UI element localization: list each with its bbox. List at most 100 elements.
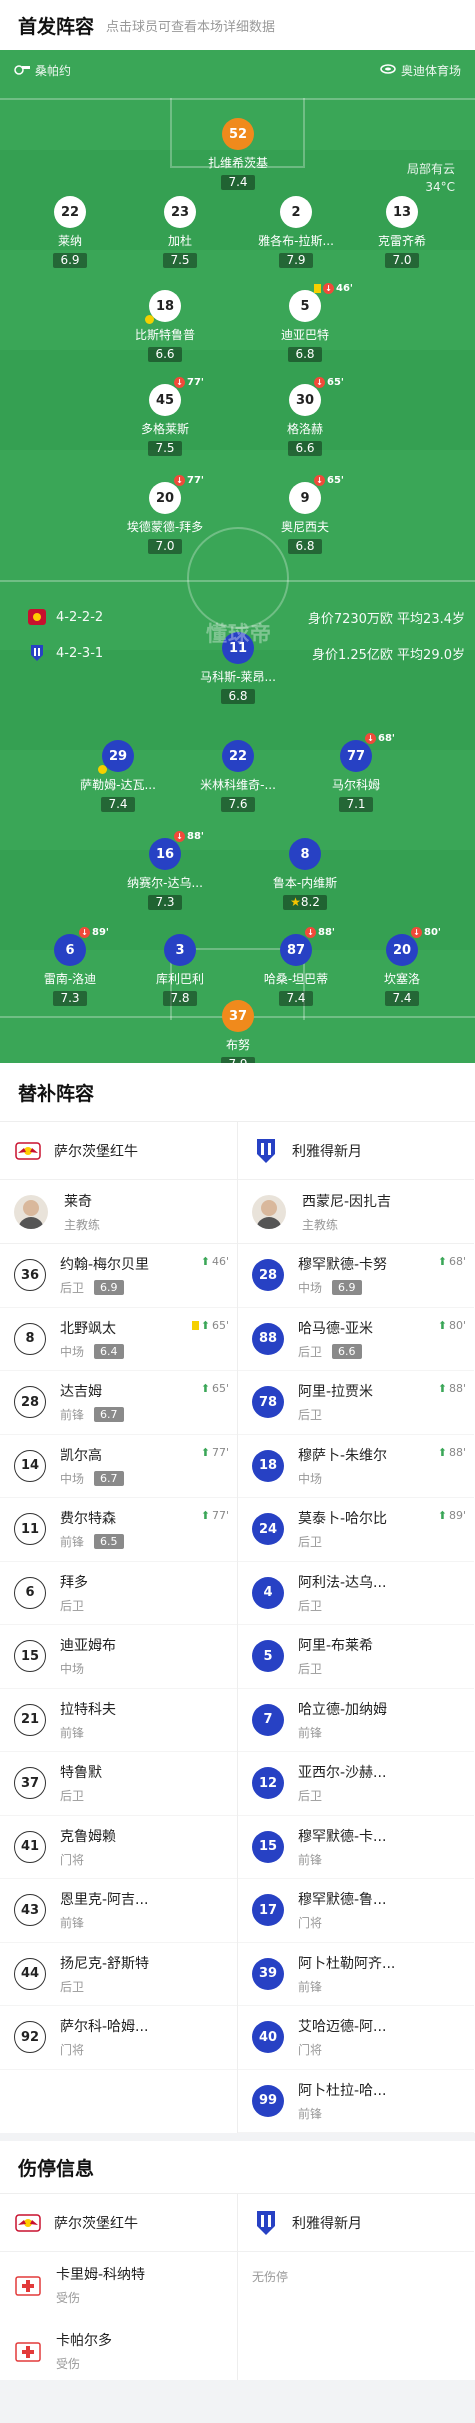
away-player[interactable]: 37 布努 7.9 [188, 1000, 288, 1063]
sub-info: 阿卜杜勒阿齐... 前锋 [298, 1953, 395, 1995]
sub-player-row[interactable]: 37 特鲁默 后卫 [0, 1752, 237, 1816]
sub-info: 穆罕默德-卡... 前锋 [298, 1826, 386, 1868]
player-number-disc[interactable]: 8 [289, 838, 321, 870]
home-team-logo-icon [28, 608, 46, 626]
home-player[interactable]: 13 克雷齐希 7.0 [352, 196, 452, 268]
player-rating: 7.0 [385, 253, 419, 268]
sub-player-row[interactable]: 43 恩里克-阿吉... 前锋 [0, 1879, 237, 1943]
sub-out-icon: ↓ [314, 377, 325, 388]
player-number-disc[interactable]: 16 ↓ 88' [149, 831, 204, 870]
sub-player-row[interactable]: 40 艾哈迈德-阿... 门将 [238, 2006, 474, 2070]
home-player[interactable]: 20 ↓ 77' 埃德蒙德-拜多 7.0 [115, 475, 215, 554]
player-number-disc[interactable]: 2 [280, 196, 312, 228]
sub-player-row[interactable]: 12 亚西尔-沙赫... 后卫 [238, 1752, 474, 1816]
sub-minute: 77' [187, 475, 204, 486]
sub-player-row[interactable]: 15 迪亚姆布 中场 [0, 1625, 237, 1689]
player-number-disc[interactable]: 18 [145, 290, 181, 324]
home-player[interactable]: 9 ↓ 65' 奥尼西夫 6.8 [255, 475, 355, 554]
home-player[interactable]: 22 莱纳 6.9 [20, 196, 120, 268]
player-number-disc[interactable]: 29 [98, 740, 134, 774]
whistle-icon [14, 63, 30, 78]
home-player[interactable]: 2 雅各布-拉斯... 7.9 [246, 196, 346, 268]
player-number-disc[interactable]: 23 [164, 196, 196, 228]
sub-position-text: 门将 [60, 1852, 85, 1867]
sub-player-row[interactable]: 17 穆罕默德-鲁... 门将 [238, 1879, 474, 1943]
player-number-disc[interactable]: 3 [164, 934, 196, 966]
away-player[interactable]: 3 库利巴利 7.8 [130, 934, 230, 1006]
away-player[interactable]: 87 ↓ 88' 哈桑-坦巴蒂 7.4 [246, 927, 346, 1006]
sub-player-row[interactable]: 92 萨尔科-哈姆... 门将 [0, 2006, 237, 2070]
sub-player-row[interactable]: 14 凯尔高 中场 6.7 ⬆ 77' [0, 1435, 237, 1498]
sub-player-row[interactable]: 99 阿卜杜拉-哈... 前锋 [238, 2070, 474, 2133]
sub-player-row[interactable]: 88 哈马德-亚米 后卫 6.6 ⬆ 80' [238, 1308, 474, 1371]
sub-player-row[interactable]: 44 扬尼克-舒斯特 后卫 [0, 1943, 237, 2006]
away-player[interactable]: 77 ↓ 68' 马尔科姆 7.1 [306, 733, 406, 812]
sub-player-row[interactable]: 36 约翰-梅尔贝里 后卫 6.9 ⬆ 46' [0, 1244, 237, 1308]
player-number: 16 [155, 846, 175, 862]
player-name: 莱纳 [57, 234, 82, 248]
player-number-disc[interactable]: 13 [386, 196, 418, 228]
sub-name: 穆萨卜-朱维尔 [298, 1447, 388, 1464]
player-number-disc[interactable]: 5 ↓ 46' [289, 283, 353, 322]
injury-row[interactable]: 卡里姆-科纳特 受伤 [0, 2252, 237, 2318]
home-player[interactable]: 30 ↓ 65' 格洛赫 6.6 [255, 377, 355, 456]
injury-row[interactable]: 卡帕尔多 受伤 [0, 2318, 237, 2384]
player-number-disc[interactable]: 30 ↓ 65' [289, 377, 344, 416]
player-number-disc[interactable]: 22 [54, 196, 86, 228]
away-player[interactable]: 29 萨勒姆-达瓦... 7.4 [68, 740, 168, 812]
sub-player-row[interactable]: 15 穆罕默德-卡... 前锋 [238, 1816, 474, 1879]
player-number-disc[interactable]: 52 [222, 118, 254, 150]
player-number-disc[interactable]: 20 ↓ 80' [386, 927, 441, 966]
home-subs-team[interactable]: 萨尔茨堡红牛 [0, 1122, 237, 1180]
coach-role: 主教练 [64, 1217, 101, 1232]
sub-number: 41 [14, 1830, 46, 1863]
player-rating: 6.6 [148, 347, 182, 362]
sub-player-row[interactable]: 7 哈立德-加纳姆 前锋 [238, 1689, 474, 1752]
sub-player-row[interactable]: 21 拉特科夫 前锋 [0, 1689, 237, 1752]
away-player[interactable]: 22 米林科维奇-... 7.6 [188, 740, 288, 812]
away-injury-team[interactable]: 利雅得新月 [238, 2194, 474, 2252]
sub-player-row[interactable]: 4 阿利法-达乌... 后卫 [238, 1562, 474, 1625]
sub-player-row[interactable]: 11 费尔特森 前锋 6.5 ⬆ 77' [0, 1498, 237, 1562]
sub-in-minute: 80' [448, 1318, 466, 1332]
home-player[interactable]: 52 扎维希茨基 7.4 [188, 118, 288, 190]
sub-player-row[interactable]: 8 北野飒太 中场 6.4 ⬆ 65' [0, 1308, 237, 1371]
home-player[interactable]: 23 加杜 7.5 [130, 196, 230, 268]
sub-player-row[interactable]: 28 穆罕默德-卡努 中场 6.9 ⬆ 68' [238, 1244, 474, 1308]
sub-position-text: 前锋 [298, 2106, 323, 2121]
player-number: 3 [175, 942, 185, 958]
sub-player-row[interactable]: 18 穆萨卜-朱维尔 中场 ⬆ 88' [238, 1435, 474, 1498]
player-number-disc[interactable]: 77 ↓ 68' [340, 733, 395, 772]
player-name: 埃德蒙德-拜多 [126, 520, 204, 534]
player-number-disc[interactable]: 20 ↓ 77' [149, 475, 204, 514]
away-coach[interactable]: 西蒙尼-因扎吉 主教练 [238, 1180, 474, 1244]
sub-player-row[interactable]: 28 达吉姆 前锋 6.7 ⬆ 65' [0, 1371, 237, 1435]
sub-player-row[interactable]: 41 克鲁姆赖 门将 [0, 1816, 237, 1879]
player-number-disc[interactable]: 9 ↓ 65' [289, 475, 344, 514]
sub-player-row[interactable]: 5 阿里-布莱希 后卫 [238, 1625, 474, 1689]
home-player[interactable]: 45 ↓ 77' 多格莱斯 7.5 [115, 377, 215, 456]
sub-player-row[interactable]: 78 阿里-拉贾米 后卫 ⬆ 88' [238, 1371, 474, 1435]
player-number-disc[interactable]: 87 ↓ 88' [280, 927, 335, 966]
player-number-disc[interactable]: 6 ↓ 89' [54, 927, 109, 966]
player-number-disc[interactable]: 22 [222, 740, 254, 772]
sub-player-row[interactable]: 6 拜多 后卫 [0, 1562, 237, 1625]
sub-info: 克鲁姆赖 门将 [60, 1826, 116, 1868]
player-number: 5 [300, 298, 310, 314]
away-subs-team[interactable]: 利雅得新月 [238, 1122, 474, 1180]
home-player[interactable]: 18 比斯特鲁普 6.6 [115, 290, 215, 362]
home-coach[interactable]: 莱奇 主教练 [0, 1180, 237, 1244]
medical-cross-icon [14, 2271, 42, 2299]
player-number-disc[interactable]: 37 [222, 1000, 254, 1032]
home-injury-team[interactable]: 萨尔茨堡红牛 [0, 2194, 237, 2252]
sub-player-row[interactable]: 39 阿卜杜勒阿齐... 前锋 [238, 1943, 474, 2006]
player-rating: 7.3 [53, 991, 87, 1006]
sub-player-row[interactable]: 24 莫泰卜-哈尔比 后卫 ⬆ 89' [238, 1498, 474, 1562]
away-player[interactable]: 20 ↓ 80' 坎塞洛 7.4 [352, 927, 452, 1006]
pitch-info-row: 桑帕约 奥迪体育场 [14, 62, 461, 79]
away-player[interactable]: 16 ↓ 88' 纳赛尔-达乌... 7.3 [115, 831, 215, 910]
player-number-disc[interactable]: 45 ↓ 77' [149, 377, 204, 416]
away-player[interactable]: 6 ↓ 89' 雷南-洛迪 7.3 [20, 927, 120, 1006]
home-player[interactable]: 5 ↓ 46' 迪亚巴特 6.8 [255, 283, 355, 362]
away-player[interactable]: 8 鲁本-内维斯 ★8.2 [255, 838, 355, 910]
